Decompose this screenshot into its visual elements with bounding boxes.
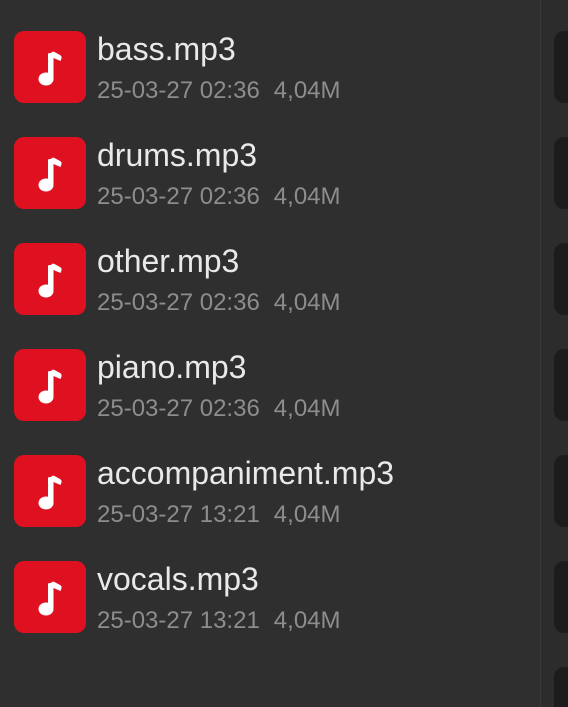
file-meta: 25-03-27 02:36 4,04M bbox=[97, 394, 341, 424]
file-name: bass.mp3 bbox=[97, 31, 236, 67]
file-row-bass[interactable]: bass.mp3 25-03-27 02:36 4,04M bbox=[0, 0, 540, 106]
file-row-vocals[interactable]: vocals.mp3 25-03-27 13:21 4,04M bbox=[0, 530, 540, 636]
music-file-icon bbox=[14, 349, 86, 421]
file-row-piano[interactable]: piano.mp3 25-03-27 02:36 4,04M bbox=[0, 318, 540, 424]
file-name: vocals.mp3 bbox=[97, 561, 259, 597]
file-meta: 25-03-27 02:36 4,04M bbox=[97, 288, 341, 318]
file-size: 4,04M bbox=[273, 183, 341, 210]
file-row-other[interactable]: other.mp3 25-03-27 02:36 4,04M bbox=[0, 212, 540, 318]
file-size: 4,04M bbox=[273, 501, 341, 528]
music-note-icon bbox=[38, 263, 62, 298]
adjacent-pane-item[interactable] bbox=[554, 31, 568, 103]
file-name: accompaniment.mp3 bbox=[97, 455, 395, 491]
adjacent-pane-item[interactable] bbox=[554, 667, 568, 707]
file-browser: bass.mp3 25-03-27 02:36 4,04M drums.mp3 2… bbox=[0, 0, 568, 707]
adjacent-pane-item[interactable] bbox=[554, 137, 568, 209]
file-date: 25-03-27 02:36 bbox=[97, 77, 260, 104]
music-note-icon bbox=[38, 475, 62, 510]
file-date: 25-03-27 02:36 bbox=[97, 395, 260, 422]
music-note-icon bbox=[38, 51, 62, 86]
file-meta: 25-03-27 02:36 4,04M bbox=[97, 182, 341, 212]
file-size: 4,04M bbox=[273, 77, 341, 104]
file-row-drums[interactable]: drums.mp3 25-03-27 02:36 4,04M bbox=[0, 106, 540, 212]
music-note-icon bbox=[38, 581, 62, 616]
file-size: 4,04M bbox=[273, 395, 341, 422]
music-file-icon bbox=[14, 31, 86, 103]
music-file-icon bbox=[14, 561, 86, 633]
music-file-icon bbox=[14, 137, 86, 209]
adjacent-pane-item[interactable] bbox=[554, 243, 568, 315]
adjacent-pane-item[interactable] bbox=[554, 561, 568, 633]
file-list: bass.mp3 25-03-27 02:36 4,04M drums.mp3 2… bbox=[0, 0, 540, 707]
file-size: 4,04M bbox=[273, 607, 341, 634]
adjacent-pane-item[interactable] bbox=[554, 349, 568, 421]
file-name: piano.mp3 bbox=[97, 349, 247, 385]
file-meta: 25-03-27 02:36 4,04M bbox=[97, 76, 341, 106]
adjacent-pane-item[interactable] bbox=[554, 455, 568, 527]
music-file-icon bbox=[14, 243, 86, 315]
file-name: other.mp3 bbox=[97, 243, 240, 279]
file-meta: 25-03-27 13:21 4,04M bbox=[97, 606, 341, 636]
file-size: 4,04M bbox=[273, 289, 341, 316]
file-date: 25-03-27 13:21 bbox=[97, 607, 260, 634]
music-note-icon bbox=[38, 369, 62, 404]
music-note-icon bbox=[38, 157, 62, 192]
file-date: 25-03-27 13:21 bbox=[97, 501, 260, 528]
file-meta: 25-03-27 13:21 4,04M bbox=[97, 500, 341, 530]
music-file-icon bbox=[14, 455, 86, 527]
file-date: 25-03-27 02:36 bbox=[97, 289, 260, 316]
file-name: drums.mp3 bbox=[97, 137, 258, 173]
adjacent-pane bbox=[541, 0, 568, 707]
file-date: 25-03-27 02:36 bbox=[97, 183, 260, 210]
file-row-accompaniment[interactable]: accompaniment.mp3 25-03-27 13:21 4,04M bbox=[0, 424, 540, 530]
